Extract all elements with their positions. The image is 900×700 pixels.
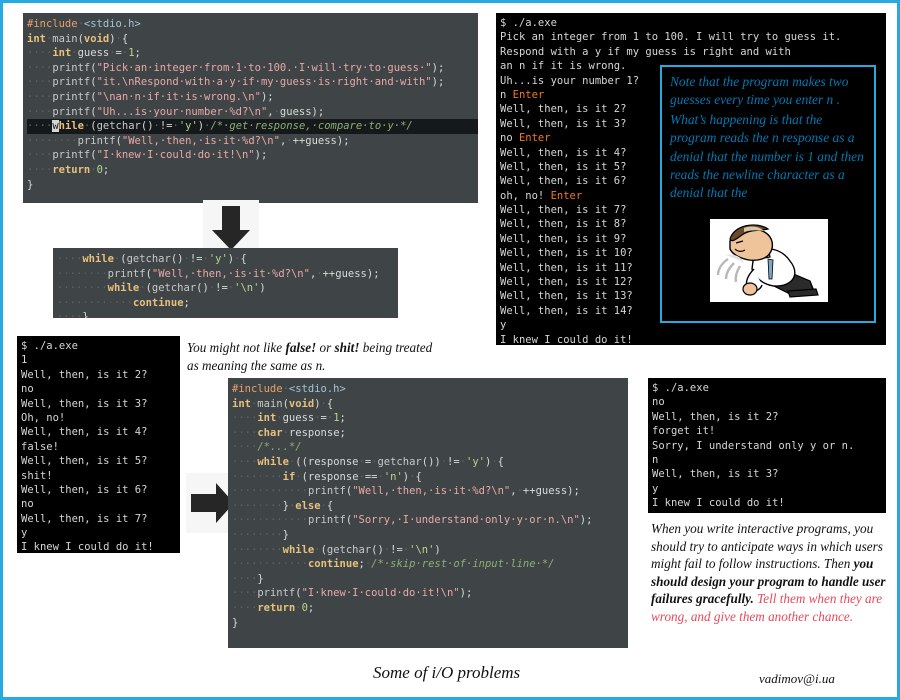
code-line: ····printf("\nan·n·if·it·is·wrong.\n"); — [27, 90, 274, 103]
terminal-line: $ ./a.exe — [500, 17, 557, 29]
code-line: ····printf("Uh...is·your·number·%d?\n",·… — [27, 105, 325, 118]
caption-bold-shit: shit! — [334, 340, 360, 355]
terminal-line: I knew I could do it! — [500, 333, 633, 345]
code-line: ········printf("Well,·then,·is·it·%d?\n"… — [57, 267, 380, 280]
exhausted-man-cartoon — [710, 219, 828, 302]
note-paragraph-2: What’s happening is that the program rea… — [670, 111, 864, 201]
terminal-line: I knew I could do it! — [21, 541, 154, 553]
terminal-line: shit! — [21, 469, 53, 482]
terminal-line: I knew I could do it! — [652, 497, 785, 510]
code-line: ············continue;·/*·skip·rest·of·in… — [232, 558, 555, 571]
slide-canvas: #include·<stdio.h> int·main(void)·{ ····in… — [0, 0, 900, 700]
terminal-line: Well, then, is it 2? — [21, 368, 148, 381]
code-line: } — [232, 616, 239, 629]
note-paragraph-1: Note that the program makes two guesses … — [670, 74, 849, 108]
caption-text-part1: You might not like — [187, 340, 286, 355]
terminal-line: Well, then, is it 4? — [21, 426, 148, 439]
terminal-run-v3: $ ./a.exe no Well, then, is it 2? forget it… — [648, 378, 886, 513]
terminal-line: Well, then, is it 3? — [21, 397, 148, 410]
code-line: ········if·(response·==·'n')·{ — [232, 470, 422, 483]
terminal-line: no — [21, 383, 34, 396]
code-line: ····/*...*/ — [232, 441, 302, 454]
terminal-line: $ ./a.exe — [652, 382, 709, 394]
author-email: vadimov@i.ua — [759, 671, 835, 686]
terminal-line: Well, then, is it 2? — [652, 410, 779, 423]
caption-gf-italic: fail to follow — [684, 556, 752, 571]
code-line: ········while·(getchar()·!=·'\n') — [57, 282, 266, 295]
enter-key-label: Enter — [550, 189, 583, 202]
code-line: ····} — [232, 572, 264, 585]
code-line: int·main(void)·{ — [232, 397, 334, 410]
code-line: ····printf("I·knew·I·could·do·it!\n"); — [27, 149, 268, 162]
code-line: ····int·guess·=·1; — [232, 412, 346, 425]
terminal-line: Pick an integer from 1 to 100. I will tr… — [500, 31, 842, 44]
caption-false-shit: You might not like false! or shit! being… — [187, 339, 437, 374]
terminal-line: y — [21, 527, 28, 540]
code-line: ········}·else·{ — [232, 499, 334, 512]
enter-key-label: Enter — [512, 88, 545, 101]
terminal-line: Oh, no! — [21, 411, 66, 424]
caption-text-part2: or — [316, 340, 335, 355]
code-line: } — [27, 178, 34, 191]
code-line: ····} — [57, 311, 89, 318]
terminal-line: Well, then, is it 7? — [21, 512, 148, 525]
terminal-run-v2: $ ./a.exe 1 Well, then, is it 2? no Well, th… — [17, 336, 180, 553]
terminal-line: Well, then, is it 6? — [21, 483, 148, 496]
code-line: ············printf("Well,·then,·is·it·%d… — [232, 485, 580, 498]
terminal-line: no — [652, 396, 665, 409]
terminal-line: Well, then, is it 3? — [652, 468, 779, 481]
code-line: ····while·(getchar()·!=·'y')·/*·get·resp… — [27, 119, 478, 134]
code-line: ····int·guess·=·1; — [27, 47, 141, 60]
terminal-line: Well, then, is it 5? — [21, 455, 148, 468]
terminal-line: no — [21, 498, 34, 511]
code-line: ····printf("it.\nRespond·with·a·y·if·my·… — [27, 76, 445, 89]
note-two-guesses: Note that the program makes two guesses … — [660, 65, 876, 323]
terminal-line: y — [652, 482, 659, 495]
code-line: #include·<stdio.h> — [27, 18, 141, 30]
terminal-line: $ ./a.exe — [21, 340, 78, 352]
caption-bold-false: false! — [285, 340, 317, 355]
code-line: ····while·(getchar()·!=·'y')·{ — [57, 253, 247, 265]
page-title: Some of i/O problems — [373, 663, 521, 682]
code-line: ············printf("Sorry,·I·understand·… — [232, 514, 593, 527]
code-line: ····printf("I·knew·I·could·do·it!\n"); — [232, 587, 473, 600]
terminal-line: Sorry, I understand only y or n. — [652, 439, 855, 452]
terminal-line: forget it! — [652, 425, 716, 438]
enter-key-label: Enter — [518, 132, 551, 145]
caption-gf-part2: instructions. Then — [751, 556, 854, 571]
terminal-line: 1 — [21, 354, 28, 367]
terminal-line: Respond with a y if my guess is right an… — [500, 45, 791, 58]
code-block-guess-v2-fragment: ····while·(getchar()·!=·'y')·{ ········pr… — [53, 248, 398, 318]
code-line: ····return·0; — [232, 601, 315, 614]
terminal-line: false! — [21, 440, 59, 453]
code-line: int·main(void)·{ — [27, 32, 129, 45]
code-line: ········} — [232, 528, 289, 541]
code-line: #include·<stdio.h> — [232, 383, 346, 395]
code-line: ····printf("Pick·an·integer·from·1·to·10… — [27, 61, 445, 74]
code-line: ········while·(getchar()·!=·'\n') — [232, 543, 441, 556]
code-line: ········printf("Well,·then,·is·it·%d?\n"… — [27, 134, 350, 147]
caption-graceful-failure: When you write interactive programs, you… — [651, 520, 887, 625]
code-line: ····return·0; — [27, 163, 110, 176]
code-line: ············continue; — [57, 296, 190, 309]
terminal-line: n — [652, 453, 659, 466]
code-block-guess-v1: #include·<stdio.h> int·main(void)·{ ····in… — [23, 13, 478, 203]
code-block-guess-v3: #include·<stdio.h> int·main(void)·{ ····in… — [228, 378, 628, 648]
code-line: ····while·((response·=·getchar())·!=·'y'… — [232, 455, 504, 468]
code-line: ····char·response; — [232, 426, 346, 439]
